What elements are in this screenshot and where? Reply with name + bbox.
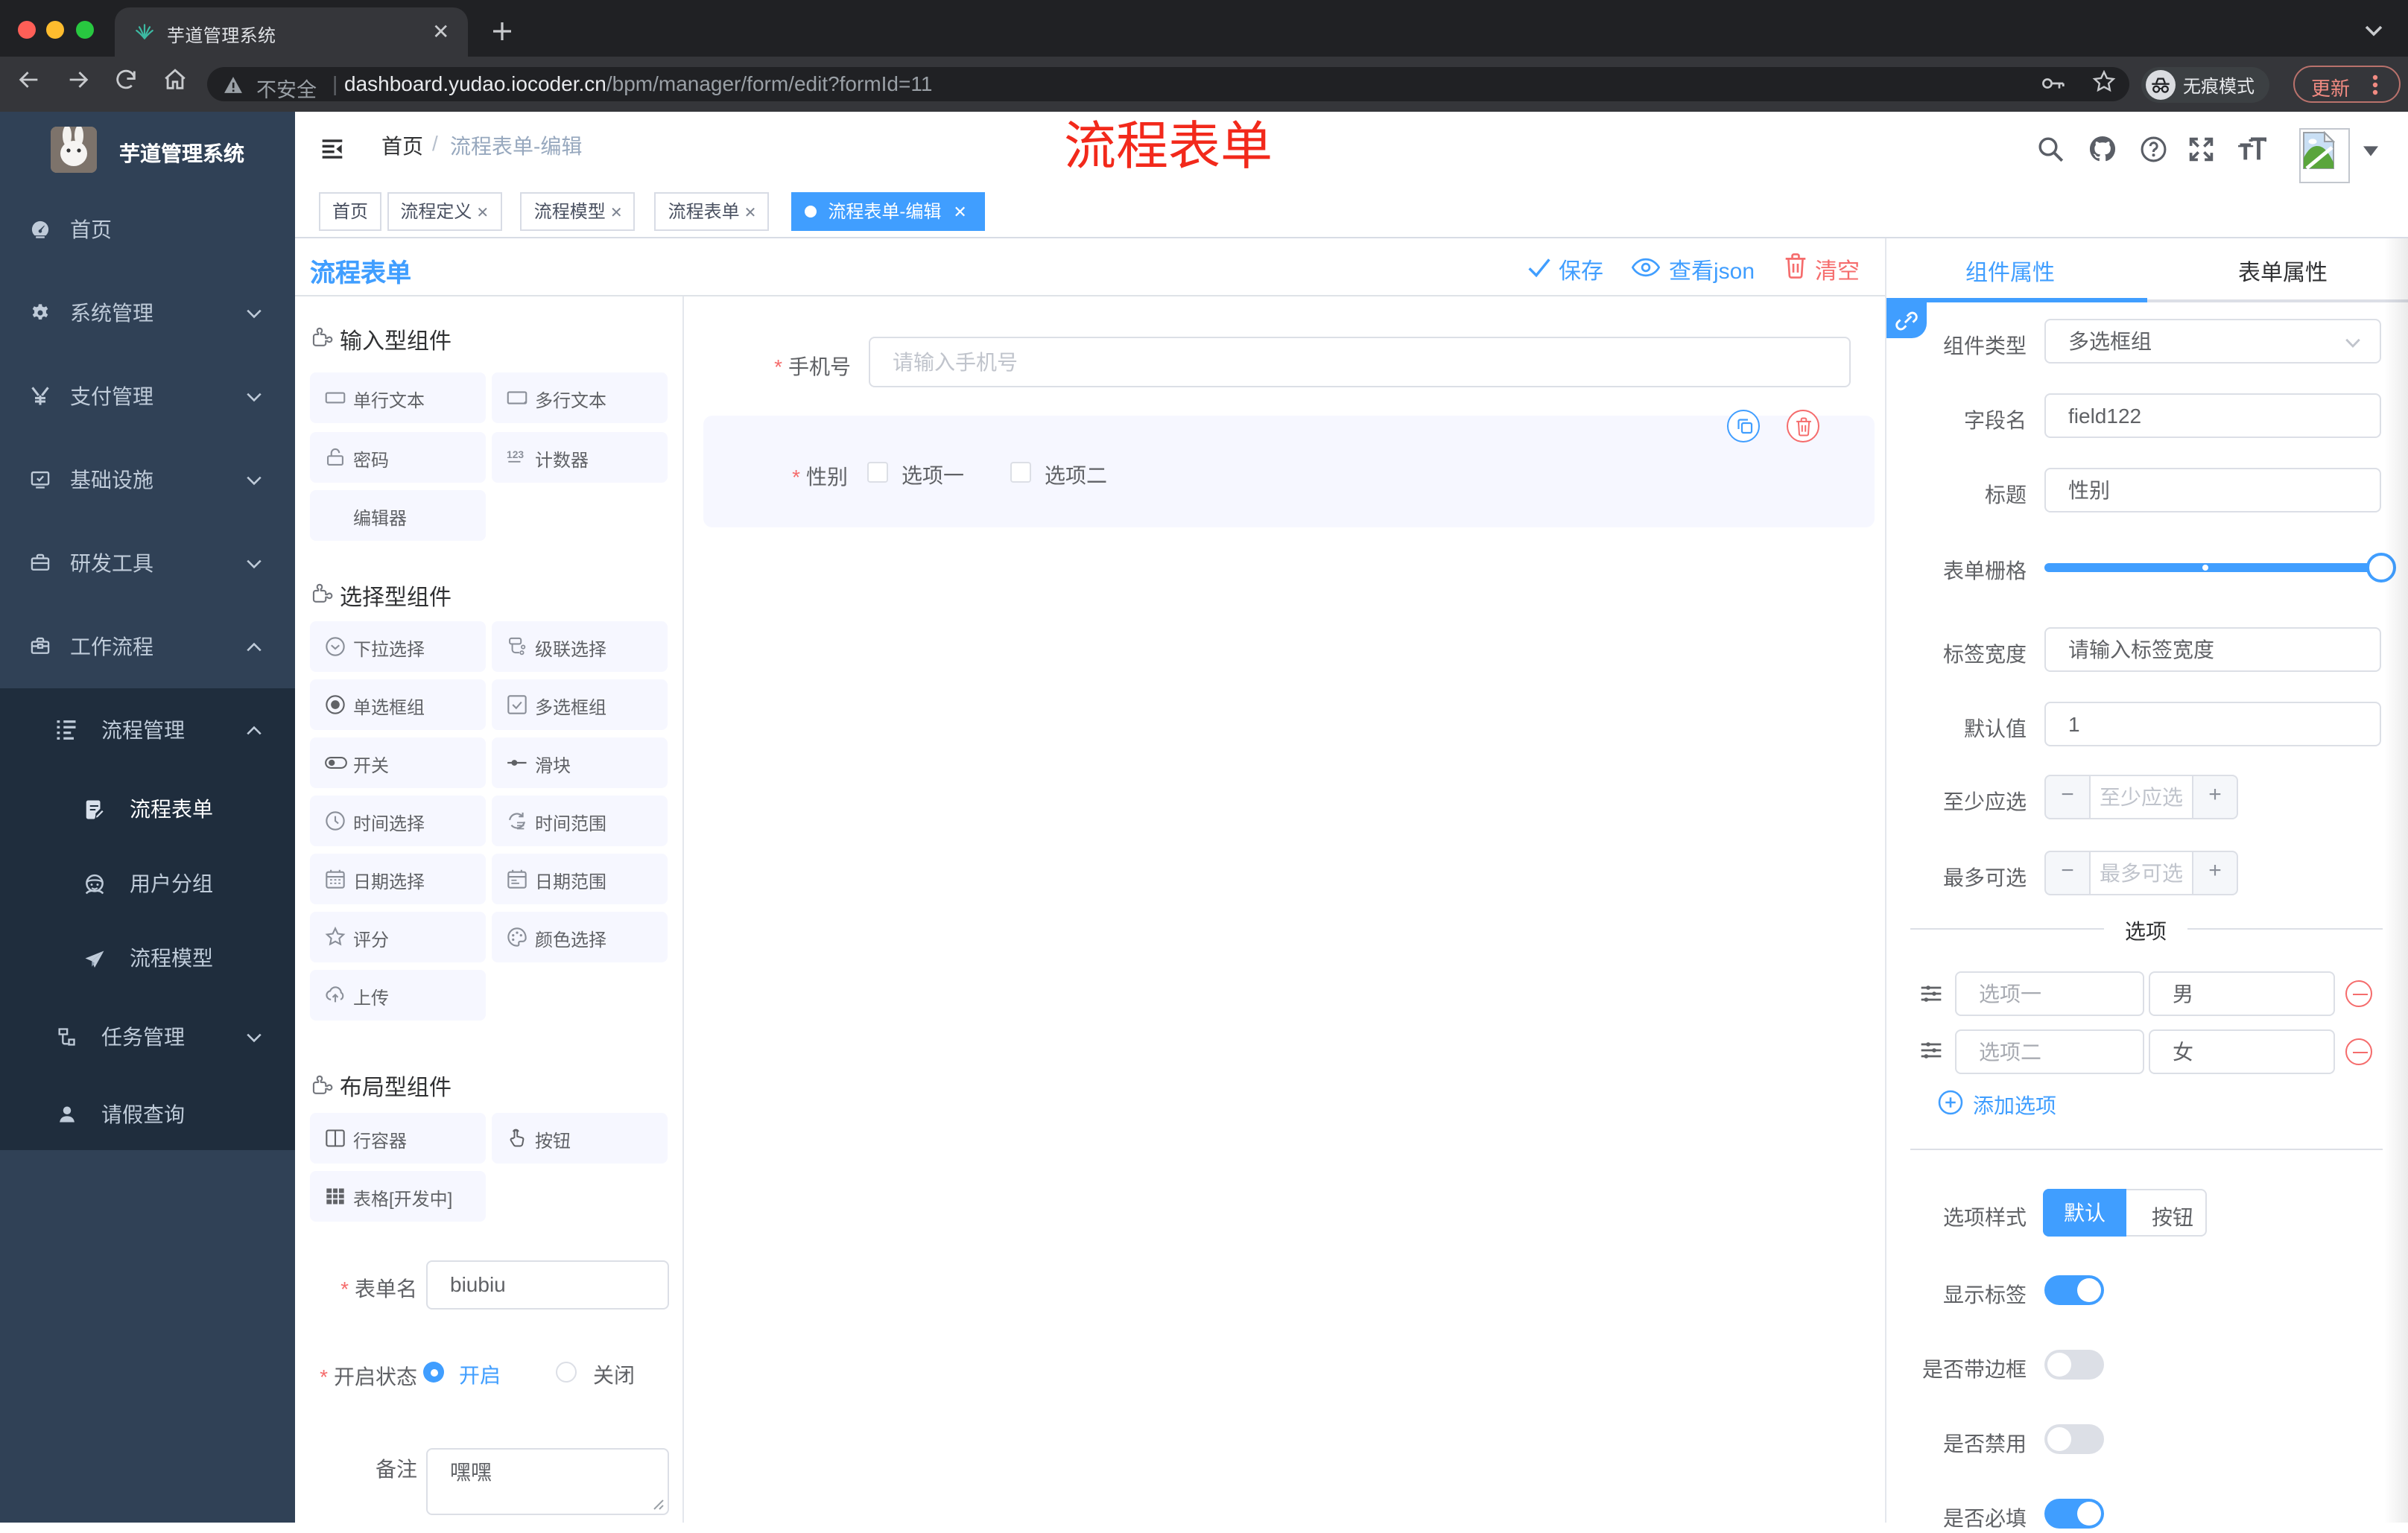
svg-text:123: 123 xyxy=(507,448,524,460)
